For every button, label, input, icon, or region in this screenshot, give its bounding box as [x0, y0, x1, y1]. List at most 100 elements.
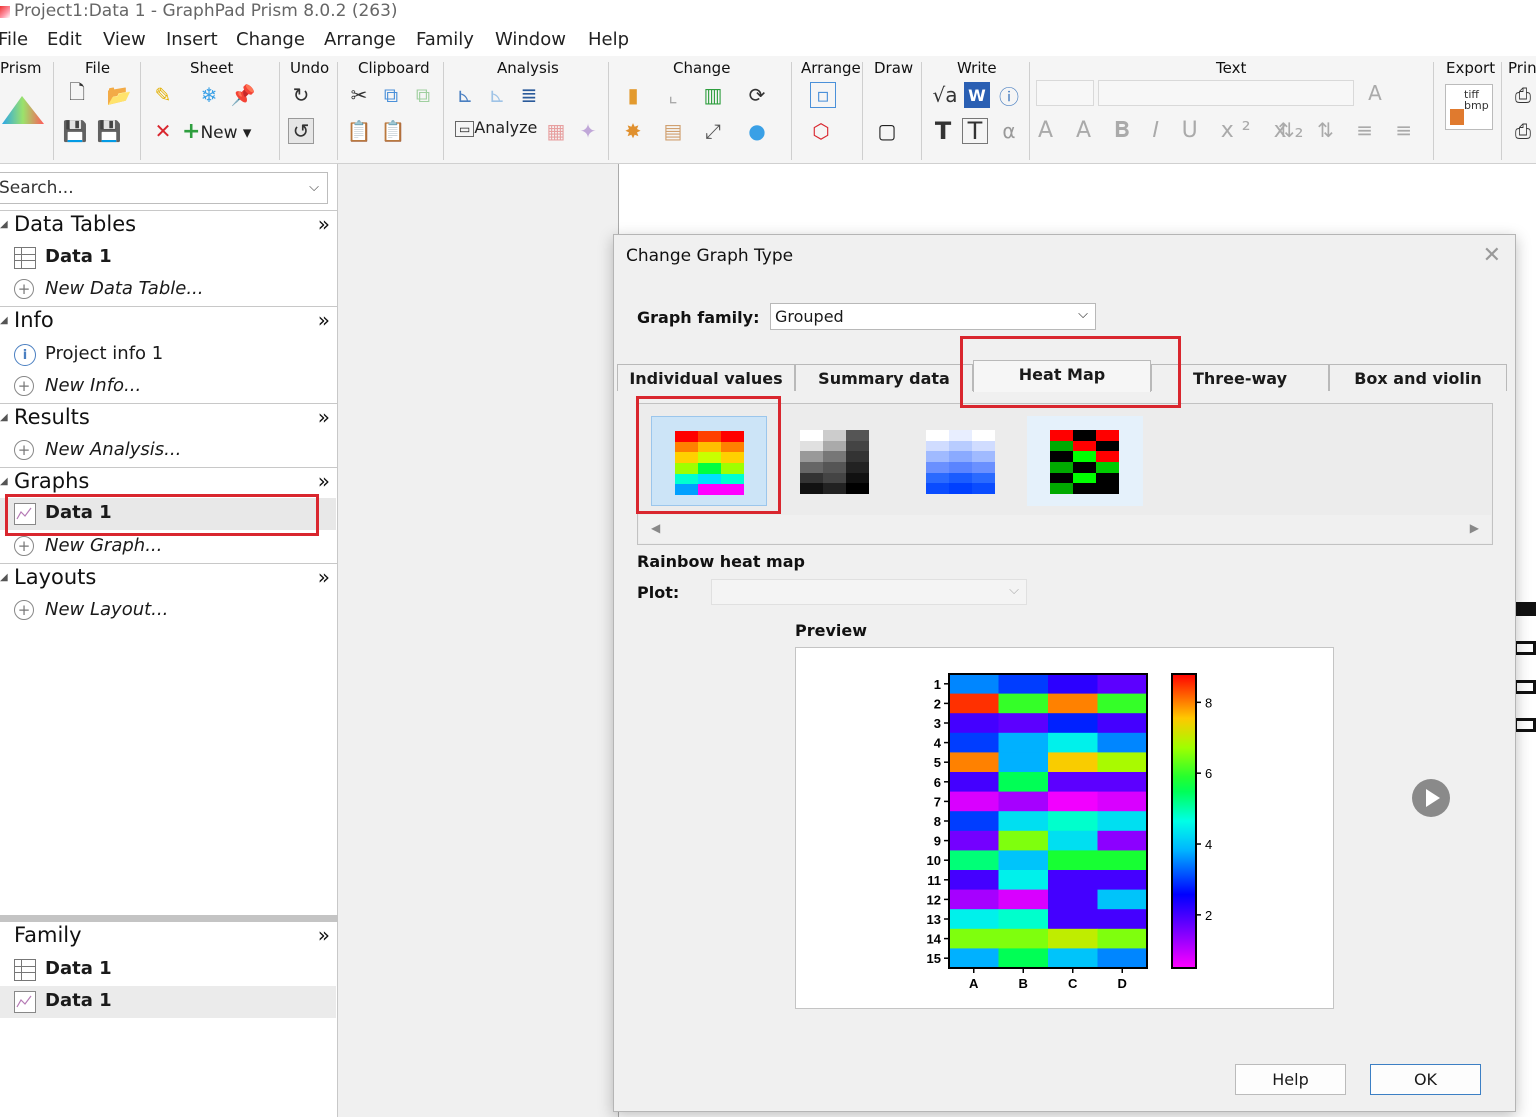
section-family[interactable]: Family »	[0, 922, 338, 954]
delete-icon[interactable]: ✕	[150, 118, 176, 144]
table-results-icon[interactable]: ≣	[516, 82, 542, 108]
play-icon[interactable]	[1412, 779, 1450, 817]
format-graph-icon[interactable]: ▥	[700, 82, 726, 108]
chart-type-icon[interactable]: ▮	[620, 82, 646, 108]
nav-new-data-table[interactable]: + New Data Table...	[0, 274, 336, 306]
open-file-icon[interactable]: 📂	[106, 82, 132, 108]
tab-individual-values[interactable]: Individual values	[617, 364, 795, 391]
section-info[interactable]: ◢ Info »	[0, 306, 338, 338]
column-graph-icon[interactable]: ⊾	[484, 82, 510, 108]
paste-icon[interactable]: 📋	[346, 118, 372, 144]
text-box-icon[interactable]: T	[962, 117, 988, 145]
expand-more-icon[interactable]: »	[318, 308, 330, 332]
family-item-graph[interactable]: Data 1	[0, 986, 336, 1018]
xy-graph-icon[interactable]: ⊾	[452, 82, 478, 108]
legend-icon[interactable]: ▤	[660, 118, 686, 144]
word-icon[interactable]: W	[964, 82, 990, 108]
nav-new-layout[interactable]: + New Layout...	[0, 595, 336, 627]
font-name-combo[interactable]	[1098, 80, 1354, 106]
collapse-icon[interactable]: ◢	[0, 412, 8, 423]
menu-window[interactable]: Window	[495, 29, 566, 50]
paste-special-icon[interactable]: ⧉	[410, 82, 436, 108]
menu-family[interactable]: Family	[416, 29, 474, 50]
new-sheet-button[interactable]: +New ▾	[182, 119, 251, 144]
print-icon[interactable]: ⎙	[1510, 82, 1536, 108]
section-results[interactable]: ◢ Results »	[0, 403, 338, 435]
menu-view[interactable]: View	[103, 29, 146, 50]
expand-more-icon[interactable]: »	[318, 923, 330, 947]
formula-icon[interactable]: √a	[932, 82, 958, 108]
menu-arrange[interactable]: Arrange	[324, 29, 396, 50]
graph-family-select[interactable]: Grouped ⌵	[770, 303, 1096, 330]
family-item-data-table[interactable]: Data 1	[0, 954, 336, 986]
chevron-down-icon[interactable]: ⌵	[309, 180, 319, 195]
ok-button[interactable]: OK	[1370, 1064, 1481, 1095]
paste-options-icon[interactable]: 📋	[380, 118, 406, 144]
expand-more-icon[interactable]: »	[318, 469, 330, 493]
expand-more-icon[interactable]: »	[318, 405, 330, 429]
redo-icon[interactable]: ↻	[288, 82, 314, 108]
align-icon[interactable]: ▫	[810, 82, 836, 108]
magic-wand-icon[interactable]: ✦	[575, 118, 601, 144]
section-layouts[interactable]: ◢ Layouts »	[0, 563, 338, 595]
collapse-icon[interactable]: ◢	[0, 476, 8, 487]
scroll-right-icon[interactable]: ▶	[1470, 521, 1479, 535]
copy-icon[interactable]: ⧉	[378, 82, 404, 108]
print-preview-icon[interactable]: ⎙	[1510, 118, 1536, 144]
close-icon[interactable]: ✕	[1483, 243, 1501, 268]
nav-item-project-info[interactable]: i Project info 1	[0, 339, 336, 371]
info-insert-icon[interactable]: ⓘ	[996, 82, 1022, 109]
collapse-icon[interactable]: ◢	[0, 572, 8, 583]
menu-edit[interactable]: Edit	[47, 29, 82, 50]
save-as-icon[interactable]: 💾	[96, 118, 122, 144]
plot-select[interactable]: ⌵	[711, 579, 1027, 605]
font-size-combo[interactable]	[1036, 80, 1094, 106]
rectangle-icon[interactable]: ▢	[874, 118, 900, 144]
red-green-heatmap-thumbnail[interactable]	[1027, 416, 1143, 506]
new-file-icon[interactable]: 🗋	[64, 80, 90, 108]
menu-file[interactable]: File	[0, 29, 28, 50]
collapse-icon[interactable]: ◢	[0, 315, 8, 326]
search-input[interactable]: Search... ⌵	[0, 172, 328, 204]
highlighter-icon[interactable]: ✎	[150, 82, 176, 108]
menu-insert[interactable]: Insert	[166, 29, 218, 50]
menu-change[interactable]: Change	[236, 29, 305, 50]
menu-help[interactable]: Help	[588, 29, 629, 50]
snowflake-icon[interactable]: ❄	[196, 82, 222, 108]
export-icon[interactable]: tiff bmp	[1445, 84, 1493, 130]
greek-alpha-icon[interactable]: α	[996, 118, 1022, 144]
pane-splitter[interactable]	[0, 915, 338, 922]
scroll-left-icon[interactable]: ◀	[651, 521, 660, 535]
text-tool-icon[interactable]: T	[930, 117, 956, 145]
grayscale-heatmap-thumbnail[interactable]	[777, 416, 893, 506]
analyze-button[interactable]: ▭ Analyze	[455, 118, 537, 144]
gallery-scrollbar[interactable]: ◀ ▶	[639, 515, 1491, 543]
prism-shape-icon[interactable]	[2, 94, 46, 126]
nav-item-data-table[interactable]: Data 1	[0, 242, 336, 274]
grid-icon[interactable]: ▦	[543, 118, 569, 144]
expand-more-icon[interactable]: »	[318, 565, 330, 589]
nav-new-analysis[interactable]: + New Analysis...	[0, 435, 336, 467]
paragraph-format-icons[interactable]: ⇅ ⇅ ≡ ≡	[1278, 118, 1420, 142]
section-data-tables[interactable]: ◢ Data Tables »	[0, 210, 338, 242]
nav-new-info[interactable]: + New Info...	[0, 371, 336, 403]
color-scheme-icon[interactable]: ●	[744, 118, 770, 144]
tab-summary-data[interactable]: Summary data	[795, 364, 973, 391]
pin-icon[interactable]: 📌	[230, 82, 256, 108]
text-format-icons[interactable]: A A 𝐁 𝐼 U x² x₂	[1038, 118, 1311, 143]
blue-heatmap-thumbnail[interactable]	[903, 416, 1019, 506]
axis-icon[interactable]: ⌞	[660, 82, 686, 108]
collapse-icon[interactable]: ◢	[0, 219, 8, 230]
cut-icon[interactable]: ✂	[346, 82, 372, 108]
help-button[interactable]: Help	[1235, 1064, 1346, 1095]
undo-icon[interactable]: ↺	[288, 118, 314, 144]
expand-more-icon[interactable]: »	[318, 212, 330, 236]
save-icon[interactable]: 💾	[62, 118, 88, 144]
scale-icon[interactable]: ⤢	[700, 118, 726, 144]
group-icon[interactable]: ⬡	[808, 118, 834, 144]
mini-cell	[926, 451, 949, 462]
sparkle-icon[interactable]: ✸	[620, 118, 646, 144]
rotate-icon[interactable]: ⟳	[744, 82, 770, 108]
font-color-icon[interactable]: A	[1362, 80, 1388, 106]
tab-box-and-violin[interactable]: Box and violin	[1329, 364, 1507, 391]
